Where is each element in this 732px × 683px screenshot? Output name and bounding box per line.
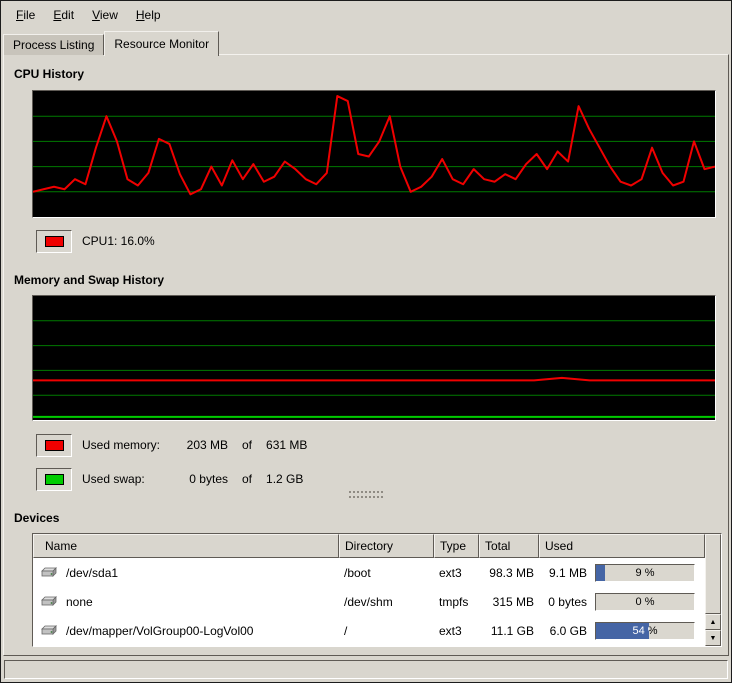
menu-view[interactable]: View	[83, 3, 127, 27]
devices-table-header: Name Directory Type Total Used	[33, 534, 705, 558]
used-swap-of: of	[242, 472, 252, 486]
tab-resource-monitor[interactable]: Resource Monitor	[104, 31, 219, 56]
devices-scrollbar[interactable]: ▲ ▼	[705, 534, 721, 646]
memory-swap-history-title: Memory and Swap History	[14, 273, 164, 287]
cpu-history-chart	[33, 91, 715, 217]
used-swap-swatch-frame	[36, 468, 72, 491]
devices-table: Name Directory Type Total Used /dev/sda1…	[32, 533, 722, 647]
used-swap-value: 0 bytes	[176, 472, 228, 486]
device-directory: /	[339, 624, 434, 638]
scrollbar-thumb[interactable]	[705, 534, 721, 614]
used-memory-value: 203 MB	[176, 438, 228, 452]
arrow-down-icon: ▼	[710, 635, 717, 642]
device-name: /dev/sda1	[66, 566, 118, 580]
device-used: 9.1 MB	[539, 566, 587, 580]
used-memory-label: Used memory:	[82, 438, 176, 452]
cpu1-color-swatch	[45, 236, 64, 247]
cpu-history-title: CPU History	[14, 67, 84, 81]
scroll-up-button[interactable]: ▲	[705, 614, 721, 630]
tab-process-listing[interactable]: Process Listing	[3, 34, 104, 55]
memory-swap-history-chart	[33, 296, 715, 420]
arrow-up-icon: ▲	[710, 619, 717, 626]
device-type: ext3	[434, 624, 479, 638]
cpu-legend: CPU1: 16.0%	[36, 229, 155, 253]
system-monitor-window: File Edit View Help Process Listing Reso…	[0, 0, 732, 683]
menu-file[interactable]: File	[7, 3, 44, 27]
resource-monitor-panel: CPU History CPU1: 16.0% Memory and Swap …	[3, 54, 729, 656]
device-directory: /boot	[339, 566, 434, 580]
column-header-type[interactable]: Type	[434, 534, 479, 558]
drive-icon	[41, 566, 57, 580]
menu-edit[interactable]: Edit	[44, 3, 83, 27]
menubar: File Edit View Help	[1, 1, 731, 28]
device-row-sda1[interactable]: /dev/sda1 /boot ext3 98.3 MB 9.1 MB 9 % …	[33, 558, 705, 587]
device-used: 6.0 GB	[539, 624, 587, 638]
usage-progressbar: 0 % 0 %	[595, 593, 695, 611]
status-bar	[4, 660, 728, 679]
scroll-down-button[interactable]: ▼	[705, 630, 721, 646]
drive-icon	[41, 624, 57, 638]
used-memory-swatch-frame	[36, 434, 72, 457]
device-row-volgroup[interactable]: /dev/mapper/VolGroup00-LogVol00 / ext3 1…	[33, 616, 705, 645]
used-swap-label: Used swap:	[82, 472, 176, 486]
devices-title: Devices	[14, 511, 59, 525]
device-row-none[interactable]: none /dev/shm tmpfs 315 MB 0 bytes 0 % 0…	[33, 587, 705, 616]
used-memory-color-swatch	[45, 440, 64, 451]
used-swap-total: 1.2 GB	[266, 472, 303, 486]
drive-icon	[41, 595, 57, 609]
column-header-total[interactable]: Total	[479, 534, 539, 558]
menu-help-label: H	[136, 8, 145, 22]
device-used: 0 bytes	[539, 595, 587, 609]
column-header-name[interactable]: Name	[33, 534, 339, 558]
menu-view-label: V	[92, 8, 100, 22]
tab-bar: Process Listing Resource Monitor	[3, 31, 219, 55]
device-total: 98.3 MB	[479, 566, 539, 580]
device-name: /dev/mapper/VolGroup00-LogVol00	[66, 624, 253, 638]
device-total: 11.1 GB	[479, 624, 539, 638]
column-header-directory[interactable]: Directory	[339, 534, 434, 558]
device-name: none	[66, 595, 93, 609]
used-memory-legend: Used memory: 203 MB of 631 MB	[36, 433, 307, 457]
device-directory: /dev/shm	[339, 595, 434, 609]
memory-swap-history-graph	[32, 295, 716, 421]
usage-progressbar: 54 % 54 %	[595, 622, 695, 640]
used-memory-of: of	[242, 438, 252, 452]
cpu1-legend-label: CPU1: 16.0%	[82, 234, 155, 248]
usage-progressbar: 9 % 9 %	[595, 564, 695, 582]
device-type: tmpfs	[434, 595, 479, 609]
menu-help[interactable]: Help	[127, 3, 170, 27]
device-type: ext3	[434, 566, 479, 580]
used-swap-legend: Used swap: 0 bytes of 1.2 GB	[36, 467, 303, 491]
used-memory-total: 631 MB	[266, 438, 307, 452]
cpu-history-graph	[32, 90, 716, 218]
cpu1-swatch-frame	[36, 230, 72, 253]
used-swap-color-swatch	[45, 474, 64, 485]
device-total: 315 MB	[479, 595, 539, 609]
pane-resize-grip[interactable]	[349, 491, 383, 498]
column-header-used[interactable]: Used	[539, 534, 705, 558]
